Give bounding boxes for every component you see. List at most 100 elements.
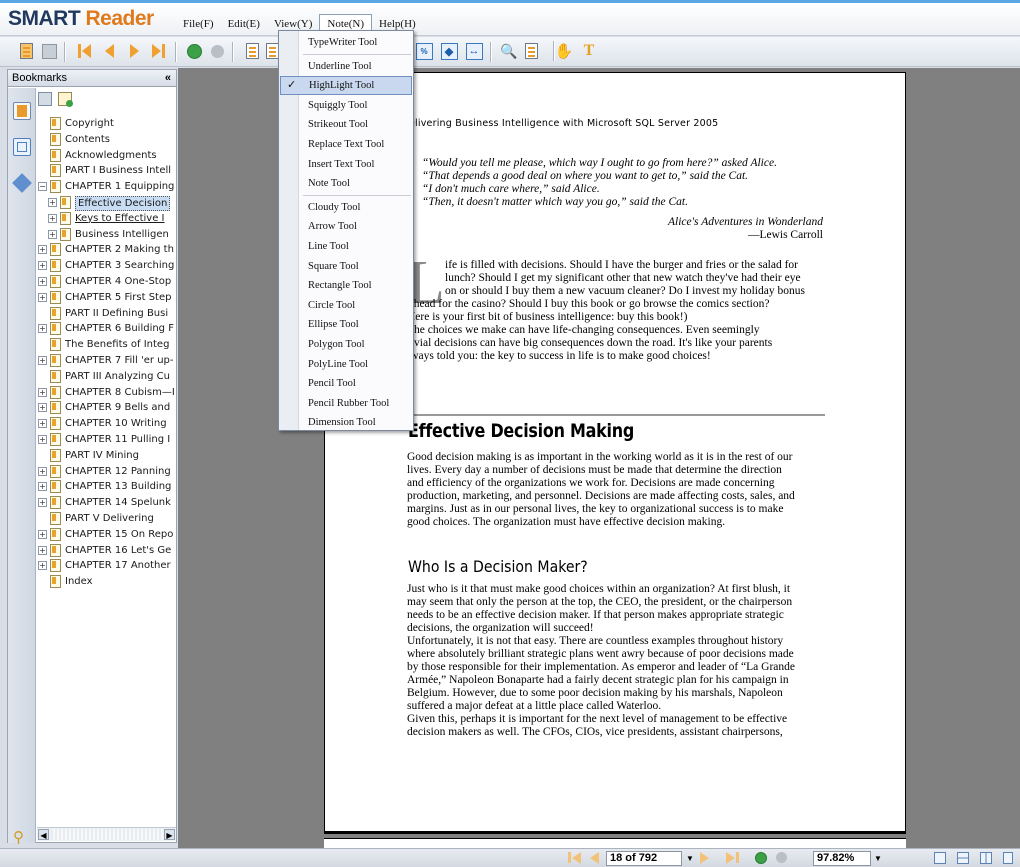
bookmark-item[interactable]: PART II Defining Busi — [38, 306, 176, 322]
bookmark-item[interactable]: PART IV Mining — [38, 448, 176, 464]
page-number-field[interactable]: 18 of 792 — [606, 851, 682, 866]
previous-page-icon[interactable] — [100, 42, 118, 60]
fit-width-icon[interactable]: ↔ — [465, 42, 483, 60]
note-menu-item[interactable]: Replace Text Tool — [280, 135, 412, 154]
note-menu-item[interactable]: Pencil Rubber Tool — [280, 394, 412, 413]
note-menu-item[interactable]: TypeWriter Tool — [280, 33, 412, 52]
menu-edit[interactable]: Edit(E) — [221, 15, 267, 33]
add-bookmark-icon[interactable] — [58, 92, 73, 107]
bookmark-item[interactable]: + CHAPTER 9 Bells and — [38, 400, 176, 416]
bookmark-item[interactable]: + CHAPTER 15 On Repo — [38, 527, 176, 543]
expand-icon[interactable]: + — [38, 276, 47, 286]
note-menu-item[interactable]: Note Tool — [280, 174, 412, 193]
scroll-left-arrow[interactable]: ◀ — [38, 829, 49, 840]
next-page-icon[interactable] — [125, 42, 143, 60]
bookmark-item[interactable]: PART I Business Intell — [38, 163, 176, 179]
expand-icon[interactable]: + — [38, 561, 47, 571]
zoom-percent-icon[interactable]: % — [415, 42, 433, 60]
note-menu-item[interactable]: Underline Tool — [280, 57, 412, 76]
collapse-icon[interactable]: − — [38, 182, 47, 192]
note-menu-item[interactable]: ✓ HighLight Tool — [280, 76, 412, 96]
note-menu-item[interactable]: Dimension Tool — [280, 413, 412, 432]
bookmark-item[interactable]: + CHAPTER 13 Building — [38, 479, 176, 495]
bookmark-item[interactable]: Acknowledgments — [38, 148, 176, 164]
attachment-icon[interactable]: ⚲ — [13, 828, 31, 846]
scroll-thumb[interactable] — [51, 829, 163, 840]
expand-icon[interactable]: + — [38, 245, 47, 255]
zoom-dropdown-icon[interactable]: ▼ — [871, 851, 885, 866]
expand-icon[interactable]: + — [38, 292, 47, 302]
bookmark-item[interactable]: + CHAPTER 5 First Step — [38, 290, 176, 306]
bookmark-item[interactable]: + CHAPTER 17 Another — [38, 558, 176, 574]
delete-bookmark-icon[interactable] — [38, 92, 52, 106]
expand-icon[interactable]: + — [48, 229, 57, 239]
expand-icon[interactable]: + — [48, 213, 57, 223]
previous-page-icon[interactable] — [590, 852, 599, 864]
bookmark-item[interactable]: + CHAPTER 7 Fill 'er up- — [38, 353, 176, 369]
expand-icon[interactable]: + — [38, 324, 47, 334]
bookmark-doc-icon[interactable] — [522, 42, 540, 60]
facing-view-icon[interactable] — [980, 852, 992, 864]
bookmark-item[interactable]: + Effective Decision — [38, 195, 176, 211]
save-icon[interactable] — [40, 42, 58, 60]
go-forward-icon[interactable] — [776, 852, 787, 863]
bookmark-item[interactable]: + CHAPTER 16 Let's Ge — [38, 543, 176, 559]
note-menu-item[interactable]: Square Tool — [280, 257, 412, 276]
bookmark-item[interactable]: + Business Intelligen — [38, 227, 176, 243]
continuous-view-icon[interactable] — [957, 852, 969, 864]
note-menu-item[interactable]: PolyLine Tool — [280, 355, 412, 374]
scroll-right-arrow[interactable]: ▶ — [164, 829, 175, 840]
note-menu-item[interactable]: Line Tool — [280, 237, 412, 256]
note-menu-item[interactable]: Rectangle Tool — [280, 276, 412, 295]
find-icon[interactable]: 🔍 — [500, 42, 518, 60]
note-menu-item[interactable]: Ellipse Tool — [280, 315, 412, 334]
menu-file[interactable]: File(F) — [176, 15, 221, 33]
last-page-icon[interactable] — [726, 852, 740, 864]
expand-icon[interactable]: + — [38, 482, 47, 492]
text-select-icon[interactable]: T — [580, 42, 598, 60]
next-page-icon[interactable] — [700, 852, 709, 864]
continuous-facing-view-icon[interactable] — [1003, 852, 1013, 864]
note-menu-item[interactable]: Cloudy Tool — [280, 198, 412, 217]
panel-horizontal-scrollbar[interactable]: ◀ ▶ — [37, 827, 176, 841]
layers-tab-icon[interactable] — [12, 173, 32, 193]
zoom-field[interactable]: 97.82% — [813, 851, 871, 866]
collapse-panel-icon[interactable]: « — [165, 70, 171, 86]
note-menu-item[interactable]: Strikeout Tool — [280, 115, 412, 134]
bookmark-item[interactable]: + CHAPTER 11 Pulling I — [38, 432, 176, 448]
note-menu-item[interactable]: Squiggly Tool — [280, 96, 412, 115]
first-page-icon[interactable] — [568, 852, 581, 864]
bookmark-item[interactable]: + CHAPTER 6 Building F — [38, 321, 176, 337]
expand-icon[interactable]: + — [38, 529, 47, 539]
note-menu-item[interactable]: Pencil Tool — [280, 374, 412, 393]
open-file-icon[interactable] — [17, 42, 35, 60]
expand-icon[interactable]: + — [38, 498, 47, 508]
bookmark-item[interactable]: Copyright — [38, 116, 176, 132]
bookmark-item[interactable]: PART V Delivering — [38, 511, 176, 527]
bookmark-item[interactable]: + CHAPTER 8 Cubism—I — [38, 385, 176, 401]
expand-icon[interactable]: + — [38, 403, 47, 413]
expand-icon[interactable]: + — [38, 466, 47, 476]
bookmark-item[interactable]: + CHAPTER 10 Writing — [38, 416, 176, 432]
bookmark-item[interactable]: PART III Analyzing Cu — [38, 369, 176, 385]
go-forward-icon[interactable] — [208, 42, 226, 60]
bookmark-item[interactable]: + CHAPTER 2 Making th — [38, 242, 176, 258]
expand-icon[interactable]: + — [48, 197, 57, 207]
go-back-icon[interactable] — [185, 42, 203, 60]
first-page-icon[interactable] — [75, 42, 93, 60]
expand-icon[interactable]: + — [38, 387, 47, 397]
bookmark-item[interactable]: + CHAPTER 3 Searching — [38, 258, 176, 274]
single-page-view-icon[interactable] — [934, 852, 946, 864]
bookmark-item[interactable]: + CHAPTER 14 Spelunk — [38, 495, 176, 511]
note-menu-item[interactable]: Arrow Tool — [280, 217, 412, 236]
page-dropdown-icon[interactable]: ▼ — [683, 851, 697, 866]
note-menu-item[interactable]: Polygon Tool — [280, 335, 412, 354]
bookmark-item[interactable]: The Benefits of Integ — [38, 337, 176, 353]
bookmark-item[interactable]: Contents — [38, 132, 176, 148]
expand-icon[interactable]: + — [38, 261, 47, 271]
go-back-icon[interactable] — [755, 852, 767, 864]
fit-page-icon[interactable]: ◆ — [440, 42, 458, 60]
bookmark-item[interactable]: Index — [38, 574, 176, 590]
bookmark-item[interactable]: + Keys to Effective I — [38, 211, 176, 227]
bookmark-item[interactable]: − CHAPTER 1 Equipping — [38, 179, 176, 195]
